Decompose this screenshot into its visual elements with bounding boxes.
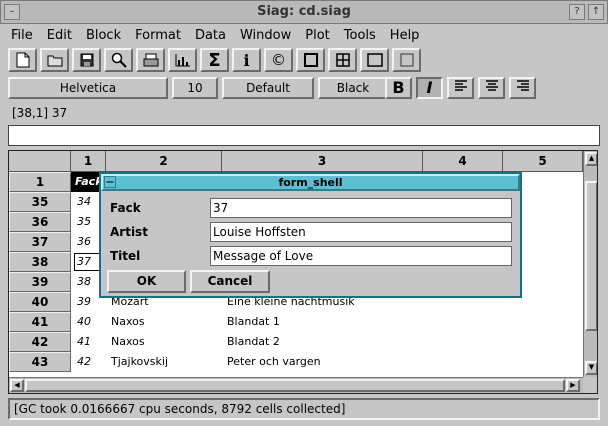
scroll-down-icon[interactable]: ▼: [585, 361, 597, 375]
table-cell[interactable]: Blandat 1: [227, 312, 422, 332]
scroll-up-icon[interactable]: ▲: [585, 152, 597, 166]
column-header[interactable]: 3: [222, 151, 423, 172]
dialog-menu-icon[interactable]: —: [104, 176, 116, 188]
cancel-button[interactable]: Cancel: [190, 270, 270, 293]
table-cell[interactable]: Tjajkovskij: [111, 352, 221, 372]
column-header[interactable]: 5: [503, 151, 583, 172]
table-cell[interactable]: Blandat 2: [227, 332, 422, 352]
column-header[interactable]: 2: [106, 151, 222, 172]
minimize-icon[interactable]: ?: [569, 4, 585, 20]
frame-icon[interactable]: [360, 48, 389, 72]
row-header[interactable]: 40: [9, 292, 71, 312]
row-header[interactable]: 35: [9, 192, 71, 212]
column-header[interactable]: 1: [71, 151, 106, 172]
maximize-icon[interactable]: ↑: [588, 4, 604, 20]
cell-reference: [38,1] 37: [12, 106, 68, 120]
title-bar: – Siag: cd.siag ? ↑: [0, 0, 608, 24]
table-cell[interactable]: 41: [77, 332, 105, 352]
vertical-scrollbar[interactable]: ▲ ▼: [583, 151, 597, 377]
titel-field[interactable]: Message of Love: [210, 246, 512, 266]
row-header[interactable]: 42: [9, 332, 71, 352]
corner-header[interactable]: [9, 151, 71, 172]
artist-label: Artist: [110, 225, 148, 239]
scroll-left-icon[interactable]: ◀: [10, 379, 24, 392]
open-icon[interactable]: [40, 48, 69, 72]
bold-button[interactable]: B: [385, 77, 412, 99]
table-cell[interactable]: Naxos: [111, 332, 221, 352]
menu-format[interactable]: Format: [128, 27, 188, 47]
menu-edit[interactable]: Edit: [40, 27, 79, 47]
menu-data[interactable]: Data: [188, 27, 233, 47]
table-cell[interactable]: 40: [77, 312, 105, 332]
menu-file[interactable]: File: [4, 27, 40, 47]
print-icon[interactable]: [136, 48, 165, 72]
align-center-icon: [485, 80, 498, 91]
sum-icon[interactable]: Σ: [200, 48, 229, 72]
align-left-icon: [454, 80, 467, 91]
table-cell[interactable]: Naxos: [111, 312, 221, 332]
artist-field[interactable]: Louise Hoffsten: [210, 222, 512, 242]
row-header[interactable]: 1: [9, 172, 71, 192]
align-right-icon: [516, 80, 529, 91]
scroll-corner: [583, 377, 597, 393]
window-title: Siag: cd.siag: [257, 4, 351, 19]
border-box-icon[interactable]: [296, 48, 325, 72]
row-header[interactable]: 41: [9, 312, 71, 332]
chart-icon[interactable]: [168, 48, 197, 72]
grid-icon[interactable]: [328, 48, 357, 72]
save-icon[interactable]: [72, 48, 101, 72]
copyright-icon[interactable]: ©: [264, 48, 293, 72]
fack-label: Fack: [110, 201, 141, 215]
titel-label: Titel: [110, 249, 141, 263]
align-center-button[interactable]: [478, 77, 505, 99]
ok-button[interactable]: OK: [107, 270, 186, 293]
menu-bar: File Edit Block Format Data Window Plot …: [4, 27, 426, 47]
align-left-button[interactable]: [447, 77, 474, 99]
dialog-title: form_shell: [278, 176, 343, 189]
horizontal-scroll-thumb[interactable]: [25, 379, 565, 392]
menu-window[interactable]: Window: [233, 27, 298, 47]
style-select[interactable]: Default: [222, 77, 314, 99]
color-select[interactable]: Black: [318, 77, 388, 99]
font-select[interactable]: Helvetica: [8, 77, 168, 99]
table-cell[interactable]: Peter och vargen: [227, 352, 422, 372]
formula-input[interactable]: [8, 125, 600, 146]
size-select[interactable]: 10: [172, 77, 218, 99]
menu-help[interactable]: Help: [383, 27, 427, 47]
scroll-right-icon[interactable]: ▶: [566, 379, 580, 392]
dialog-title-bar: — form_shell: [101, 174, 520, 191]
horizontal-scrollbar[interactable]: ◀ ▶: [9, 377, 583, 393]
toolbar: Σ i ©: [8, 48, 421, 72]
preview-icon[interactable]: [104, 48, 133, 72]
menu-tools[interactable]: Tools: [337, 27, 383, 47]
italic-button[interactable]: I: [416, 77, 443, 99]
blank-frame-icon[interactable]: [392, 48, 421, 72]
menu-block[interactable]: Block: [79, 27, 128, 47]
row-header[interactable]: 39: [9, 272, 71, 292]
row-header[interactable]: 37: [9, 232, 71, 252]
fack-field[interactable]: 37: [210, 198, 512, 218]
column-header[interactable]: 4: [423, 151, 503, 172]
menu-plot[interactable]: Plot: [298, 27, 337, 47]
row-header[interactable]: 43: [9, 352, 71, 372]
align-right-button[interactable]: [509, 77, 536, 99]
status-bar: [GC took 0.0166667 cpu seconds, 8792 cel…: [8, 398, 600, 420]
form-dialog: — form_shell Fack 37 Artist Louise Hoffs…: [99, 172, 522, 298]
table-cell[interactable]: 42: [77, 352, 105, 372]
row-header[interactable]: 38: [9, 252, 71, 272]
new-file-icon[interactable]: [8, 48, 37, 72]
vertical-scroll-thumb[interactable]: [585, 181, 597, 331]
row-header[interactable]: 36: [9, 212, 71, 232]
info-icon[interactable]: i: [232, 48, 261, 72]
